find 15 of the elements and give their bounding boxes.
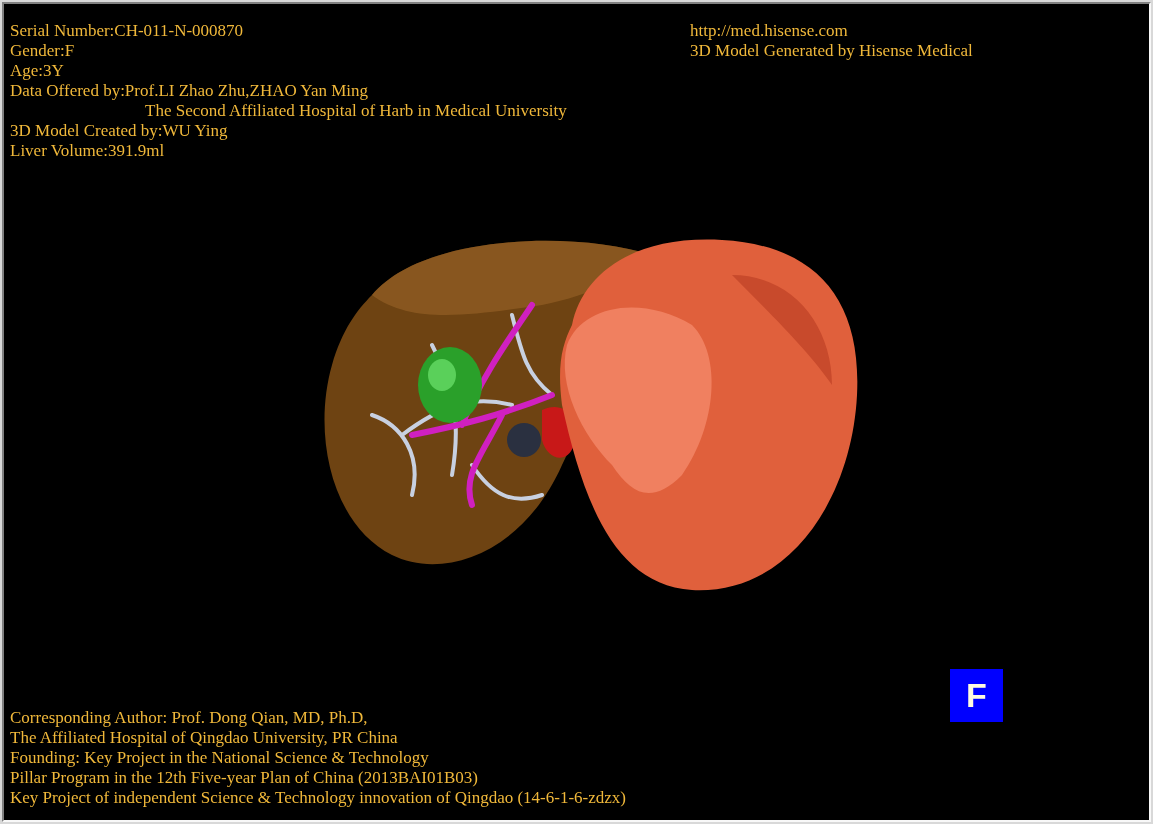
info-text: Gender:F: [10, 41, 76, 61]
info-text: Serial Number:CH-011-N-000870: [10, 21, 245, 41]
info-text: 3D Model Generated by Hisense Medical: [690, 41, 973, 61]
info-text: Data Offered by:Prof.LI Zhao Zhu,ZHAO Yan Ming: [10, 81, 370, 101]
credit-text: Corresponding Author: Prof. Dong Qian, MD, Ph.D,: [10, 708, 369, 728]
info-text: http://med.hisense.com: [690, 21, 849, 41]
info-text: 3D Model Created by:WU Ying: [10, 121, 229, 141]
orientation-indicator: F: [950, 669, 1003, 722]
info-text: The Second Affiliated Hospital of Harb in Medical University: [144, 101, 568, 121]
info-text: Age:3Y: [10, 61, 65, 81]
info-text: Liver Volume:391.9ml: [10, 141, 166, 161]
credit-text: Key Project of independent Science & Technology innovation of Qingdao (14-6-1-6-zdzx): [10, 788, 627, 808]
credit-text: Pillar Program in the 12th Five-year Plan of China (2013BAI01B03): [10, 768, 479, 788]
credit-text: Founding: Key Project in the National Science & Technology: [10, 748, 430, 768]
credit-text: The Affiliated Hospital of Qingdao University, PR China: [10, 728, 399, 748]
